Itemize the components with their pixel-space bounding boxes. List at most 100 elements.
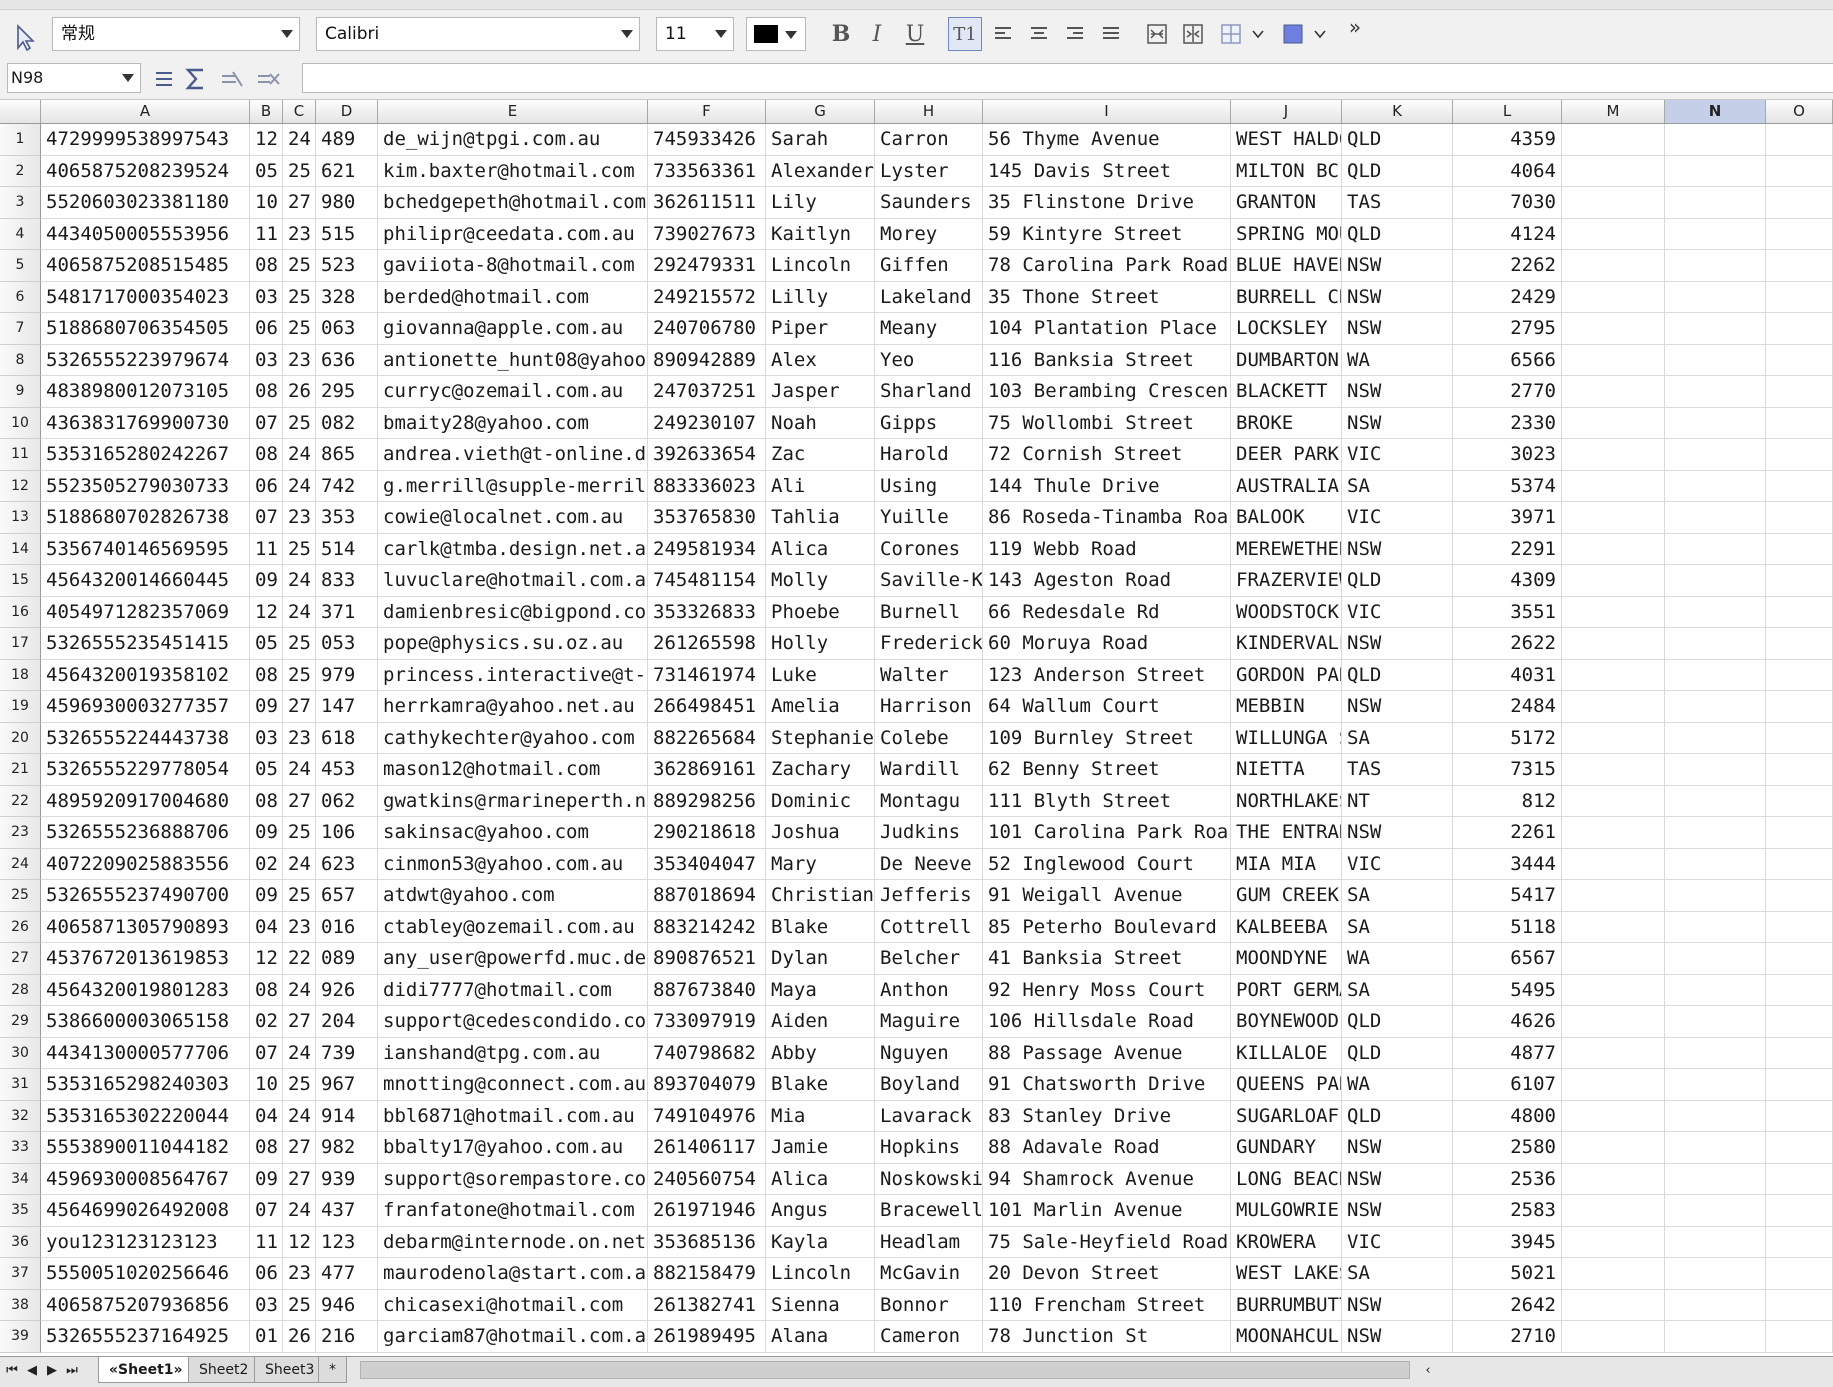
cell-k17[interactable]: NSW (1342, 628, 1453, 660)
cell-g27[interactable]: Dylan (766, 943, 875, 975)
cell-c29[interactable]: 27 (283, 1006, 316, 1038)
cell-l26[interactable]: 5118 (1453, 911, 1562, 943)
cell-j7[interactable]: LOCKSLEY (1231, 313, 1342, 345)
cell-g37[interactable]: Lincoln (766, 1258, 875, 1290)
cell-k25[interactable]: SA (1342, 880, 1453, 912)
column-header-k[interactable]: K (1342, 100, 1453, 123)
row-header[interactable]: 34 (0, 1163, 41, 1195)
cell-b8[interactable]: 03 (250, 344, 283, 376)
cell-b26[interactable]: 04 (250, 911, 283, 943)
cell-e31[interactable]: mnotting@connect.com.au (378, 1069, 648, 1101)
cell-k5[interactable]: NSW (1342, 250, 1453, 282)
row-header[interactable]: 1 (0, 124, 41, 156)
row-header[interactable]: 15 (0, 565, 41, 597)
cell-l18[interactable]: 4031 (1453, 659, 1562, 691)
cell-n21[interactable] (1665, 754, 1766, 786)
cell-h12[interactable]: Using (875, 470, 983, 502)
underline-button[interactable]: U (900, 17, 930, 51)
cell-a15[interactable]: 4564320014660445 (41, 565, 250, 597)
cell-o30[interactable] (1766, 1037, 1833, 1069)
cell-a7[interactable]: 5188680706354505 (41, 313, 250, 345)
cell-g24[interactable]: Mary (766, 848, 875, 880)
cell-j22[interactable]: NORTHLAKES (1231, 785, 1342, 817)
row-header[interactable]: 36 (0, 1226, 41, 1258)
cell-h19[interactable]: Harrison (875, 691, 983, 723)
cell-background-icon[interactable] (1278, 17, 1308, 51)
select-cursor-icon[interactable] (8, 20, 44, 54)
cell-h1[interactable]: Carron (875, 124, 983, 156)
cell-b30[interactable]: 07 (250, 1037, 283, 1069)
cell-a23[interactable]: 5326555236888706 (41, 817, 250, 849)
cell-a29[interactable]: 5386600003065158 (41, 1006, 250, 1038)
cell-f13[interactable]: 353765830 (648, 502, 766, 534)
row-header[interactable]: 29 (0, 1006, 41, 1038)
cell-c5[interactable]: 25 (283, 250, 316, 282)
chevron-down-icon[interactable] (1248, 17, 1268, 51)
cell-i23[interactable]: 101 Carolina Park Roa (983, 817, 1231, 849)
cell-k27[interactable]: WA (1342, 943, 1453, 975)
cell-c34[interactable]: 27 (283, 1163, 316, 1195)
cell-d14[interactable]: 514 (316, 533, 378, 565)
cell-m17[interactable] (1562, 628, 1665, 660)
cell-f23[interactable]: 290218618 (648, 817, 766, 849)
cell-d34[interactable]: 939 (316, 1163, 378, 1195)
cell-l25[interactable]: 5417 (1453, 880, 1562, 912)
cell-f34[interactable]: 240560754 (648, 1163, 766, 1195)
cell-k36[interactable]: VIC (1342, 1226, 1453, 1258)
cell-f38[interactable]: 261382741 (648, 1289, 766, 1321)
cell-c35[interactable]: 24 (283, 1195, 316, 1227)
cell-b19[interactable]: 09 (250, 691, 283, 723)
cell-e6[interactable]: berded@hotmail.com (378, 281, 648, 313)
cell-k16[interactable]: VIC (1342, 596, 1453, 628)
cell-l16[interactable]: 3551 (1453, 596, 1562, 628)
cell-g25[interactable]: Christian (766, 880, 875, 912)
cell-h33[interactable]: Hopkins (875, 1132, 983, 1164)
row-header[interactable]: 12 (0, 470, 41, 502)
cell-l37[interactable]: 5021 (1453, 1258, 1562, 1290)
cell-h5[interactable]: Giffen (875, 250, 983, 282)
wrap-text-button[interactable]: T1 (948, 17, 982, 51)
column-header-o[interactable]: O (1766, 100, 1833, 123)
cell-o13[interactable] (1766, 502, 1833, 534)
cell-a9[interactable]: 4838980012073105 (41, 376, 250, 408)
row-header[interactable]: 35 (0, 1195, 41, 1227)
cell-j19[interactable]: MEBBIN (1231, 691, 1342, 723)
cell-h15[interactable]: Saville-Ke (875, 565, 983, 597)
cell-i11[interactable]: 72 Cornish Street (983, 439, 1231, 471)
cell-a34[interactable]: 4596930008564767 (41, 1163, 250, 1195)
cell-a2[interactable]: 4065875208239524 (41, 155, 250, 187)
cell-b12[interactable]: 06 (250, 470, 283, 502)
cell-i29[interactable]: 106 Hillsdale Road (983, 1006, 1231, 1038)
cell-e28[interactable]: didi7777@hotmail.com (378, 974, 648, 1006)
cell-l5[interactable]: 2262 (1453, 250, 1562, 282)
cell-i37[interactable]: 20 Devon Street (983, 1258, 1231, 1290)
cell-l31[interactable]: 6107 (1453, 1069, 1562, 1101)
cell-d13[interactable]: 353 (316, 502, 378, 534)
cell-m39[interactable] (1562, 1321, 1665, 1353)
cell-k28[interactable]: SA (1342, 974, 1453, 1006)
cell-i33[interactable]: 88 Adavale Road (983, 1132, 1231, 1164)
cell-c8[interactable]: 23 (283, 344, 316, 376)
cell-d29[interactable]: 204 (316, 1006, 378, 1038)
cell-h25[interactable]: Jefferis (875, 880, 983, 912)
row-header[interactable]: 14 (0, 533, 41, 565)
cell-g20[interactable]: Stephanie (766, 722, 875, 754)
cell-a37[interactable]: 5550051020256646 (41, 1258, 250, 1290)
cell-o32[interactable] (1766, 1100, 1833, 1132)
cell-j24[interactable]: MIA MIA (1231, 848, 1342, 880)
cell-e36[interactable]: debarm@internode.on.net (378, 1226, 648, 1258)
cell-k3[interactable]: TAS (1342, 187, 1453, 219)
cell-f9[interactable]: 247037251 (648, 376, 766, 408)
cell-b36[interactable]: 11 (250, 1226, 283, 1258)
row-header[interactable]: 17 (0, 628, 41, 660)
cell-h36[interactable]: Headlam (875, 1226, 983, 1258)
cell-l2[interactable]: 4064 (1453, 155, 1562, 187)
row-header[interactable]: 31 (0, 1069, 41, 1101)
cell-l11[interactable]: 3023 (1453, 439, 1562, 471)
cell-h38[interactable]: Bonnor (875, 1289, 983, 1321)
cell-i13[interactable]: 86 Roseda-Tinamba Roa (983, 502, 1231, 534)
cell-m27[interactable] (1562, 943, 1665, 975)
cell-e13[interactable]: cowie@localnet.com.au (378, 502, 648, 534)
cell-e26[interactable]: ctabley@ozemail.com.au (378, 911, 648, 943)
cell-b39[interactable]: 01 (250, 1321, 283, 1353)
